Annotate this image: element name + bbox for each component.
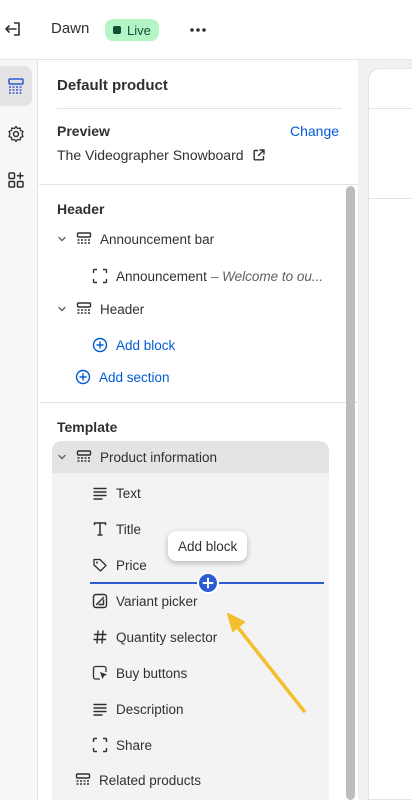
block-variant-picker[interactable]: Variant picker — [92, 586, 198, 616]
block-label: Title — [116, 521, 142, 537]
divider — [39, 184, 358, 185]
add-block-label: Add block — [116, 337, 176, 353]
block-description[interactable]: Description — [92, 694, 184, 724]
block-frame-icon — [92, 268, 108, 284]
price-tag-icon — [93, 558, 107, 572]
variant-picker-icon — [92, 593, 108, 609]
divider — [39, 402, 358, 403]
editor-rail — [0, 60, 38, 800]
divider — [368, 108, 412, 109]
section-related-products[interactable]: Related products — [75, 765, 201, 795]
add-block-tooltip: Add block — [168, 531, 248, 561]
top-bar: Dawn Live — [0, 0, 412, 60]
exit-icon[interactable] — [2, 18, 24, 40]
plus-circle-icon — [75, 369, 91, 385]
block-label: Quantity selector — [116, 629, 218, 645]
theme-name: Dawn — [51, 20, 90, 37]
block-label: Description — [116, 701, 184, 717]
apps-tab[interactable] — [0, 160, 32, 200]
preview-product-name: The Videographer Snowboard — [57, 147, 244, 163]
block-frame-icon — [92, 737, 108, 753]
preview-product[interactable]: The Videographer Snowboard — [57, 147, 266, 163]
chevron-down-icon[interactable] — [56, 233, 68, 245]
plus-circle-icon — [92, 337, 108, 353]
status-dot-icon — [113, 26, 121, 34]
block-label: Buy buttons — [116, 665, 188, 681]
add-section-label: Add section — [99, 369, 170, 385]
header-group-heading: Header — [57, 201, 105, 217]
apps-add-icon — [8, 172, 24, 188]
insert-block-button[interactable] — [197, 572, 219, 594]
gear-icon — [8, 125, 24, 143]
block-share[interactable]: Share — [92, 730, 152, 760]
section-icon — [76, 450, 92, 462]
chevron-down-icon[interactable] — [56, 303, 68, 315]
block-text[interactable]: Text — [92, 478, 141, 508]
section-label: Product information — [100, 449, 218, 465]
block-label: Price — [116, 557, 147, 573]
external-link-icon — [253, 149, 265, 161]
template-group-heading: Template — [57, 419, 118, 435]
preview-frame — [368, 68, 412, 800]
block-label: Text — [116, 485, 141, 501]
block-label: Share — [116, 737, 153, 753]
section-icon — [76, 232, 92, 244]
page-title: Default product — [57, 77, 168, 94]
cursor-click-icon — [92, 665, 107, 680]
section-icon — [76, 302, 92, 314]
block-label: Announcement — [116, 268, 207, 284]
sections-icon — [8, 78, 24, 94]
live-status-badge: Live — [105, 19, 159, 41]
block-sublabel: – Welcome to ou... — [210, 268, 324, 284]
text-lines-icon — [93, 703, 107, 716]
sections-tab[interactable] — [0, 66, 32, 106]
sections-panel: Default product Preview Change The Video… — [39, 60, 358, 800]
add-block-button[interactable]: Add block — [92, 330, 175, 360]
block-quantity-selector[interactable]: Quantity selector — [92, 622, 217, 652]
add-section-button[interactable]: Add section — [75, 362, 170, 392]
panel-scrollbar[interactable] — [346, 186, 355, 800]
theme-settings-tab[interactable] — [0, 114, 32, 154]
more-actions-icon[interactable] — [187, 20, 209, 40]
block-price[interactable]: Price — [92, 550, 147, 580]
hash-icon — [93, 630, 107, 644]
section-label: Header — [100, 301, 145, 317]
block-announcement[interactable]: Announcement – Welcome to ou... — [92, 261, 323, 291]
block-buy-buttons[interactable]: Buy buttons — [92, 658, 187, 688]
section-label: Related products — [99, 772, 202, 788]
section-icon — [75, 773, 91, 785]
text-lines-icon — [93, 487, 107, 500]
title-t-icon — [93, 522, 107, 536]
plus-icon — [202, 577, 214, 589]
preview-label: Preview — [57, 123, 110, 139]
block-title[interactable]: Title — [92, 514, 141, 544]
section-product-information[interactable]: Product information — [56, 442, 217, 472]
block-label: Variant picker — [116, 593, 198, 609]
status-label: Live — [127, 22, 151, 38]
section-announcement-bar[interactable]: Announcement bar — [56, 224, 214, 254]
chevron-down-icon[interactable] — [56, 451, 68, 463]
change-preview-link[interactable]: Change — [290, 123, 339, 139]
divider — [57, 108, 342, 109]
divider — [368, 198, 412, 199]
section-label: Announcement bar — [100, 231, 215, 247]
section-header[interactable]: Header — [56, 294, 144, 324]
